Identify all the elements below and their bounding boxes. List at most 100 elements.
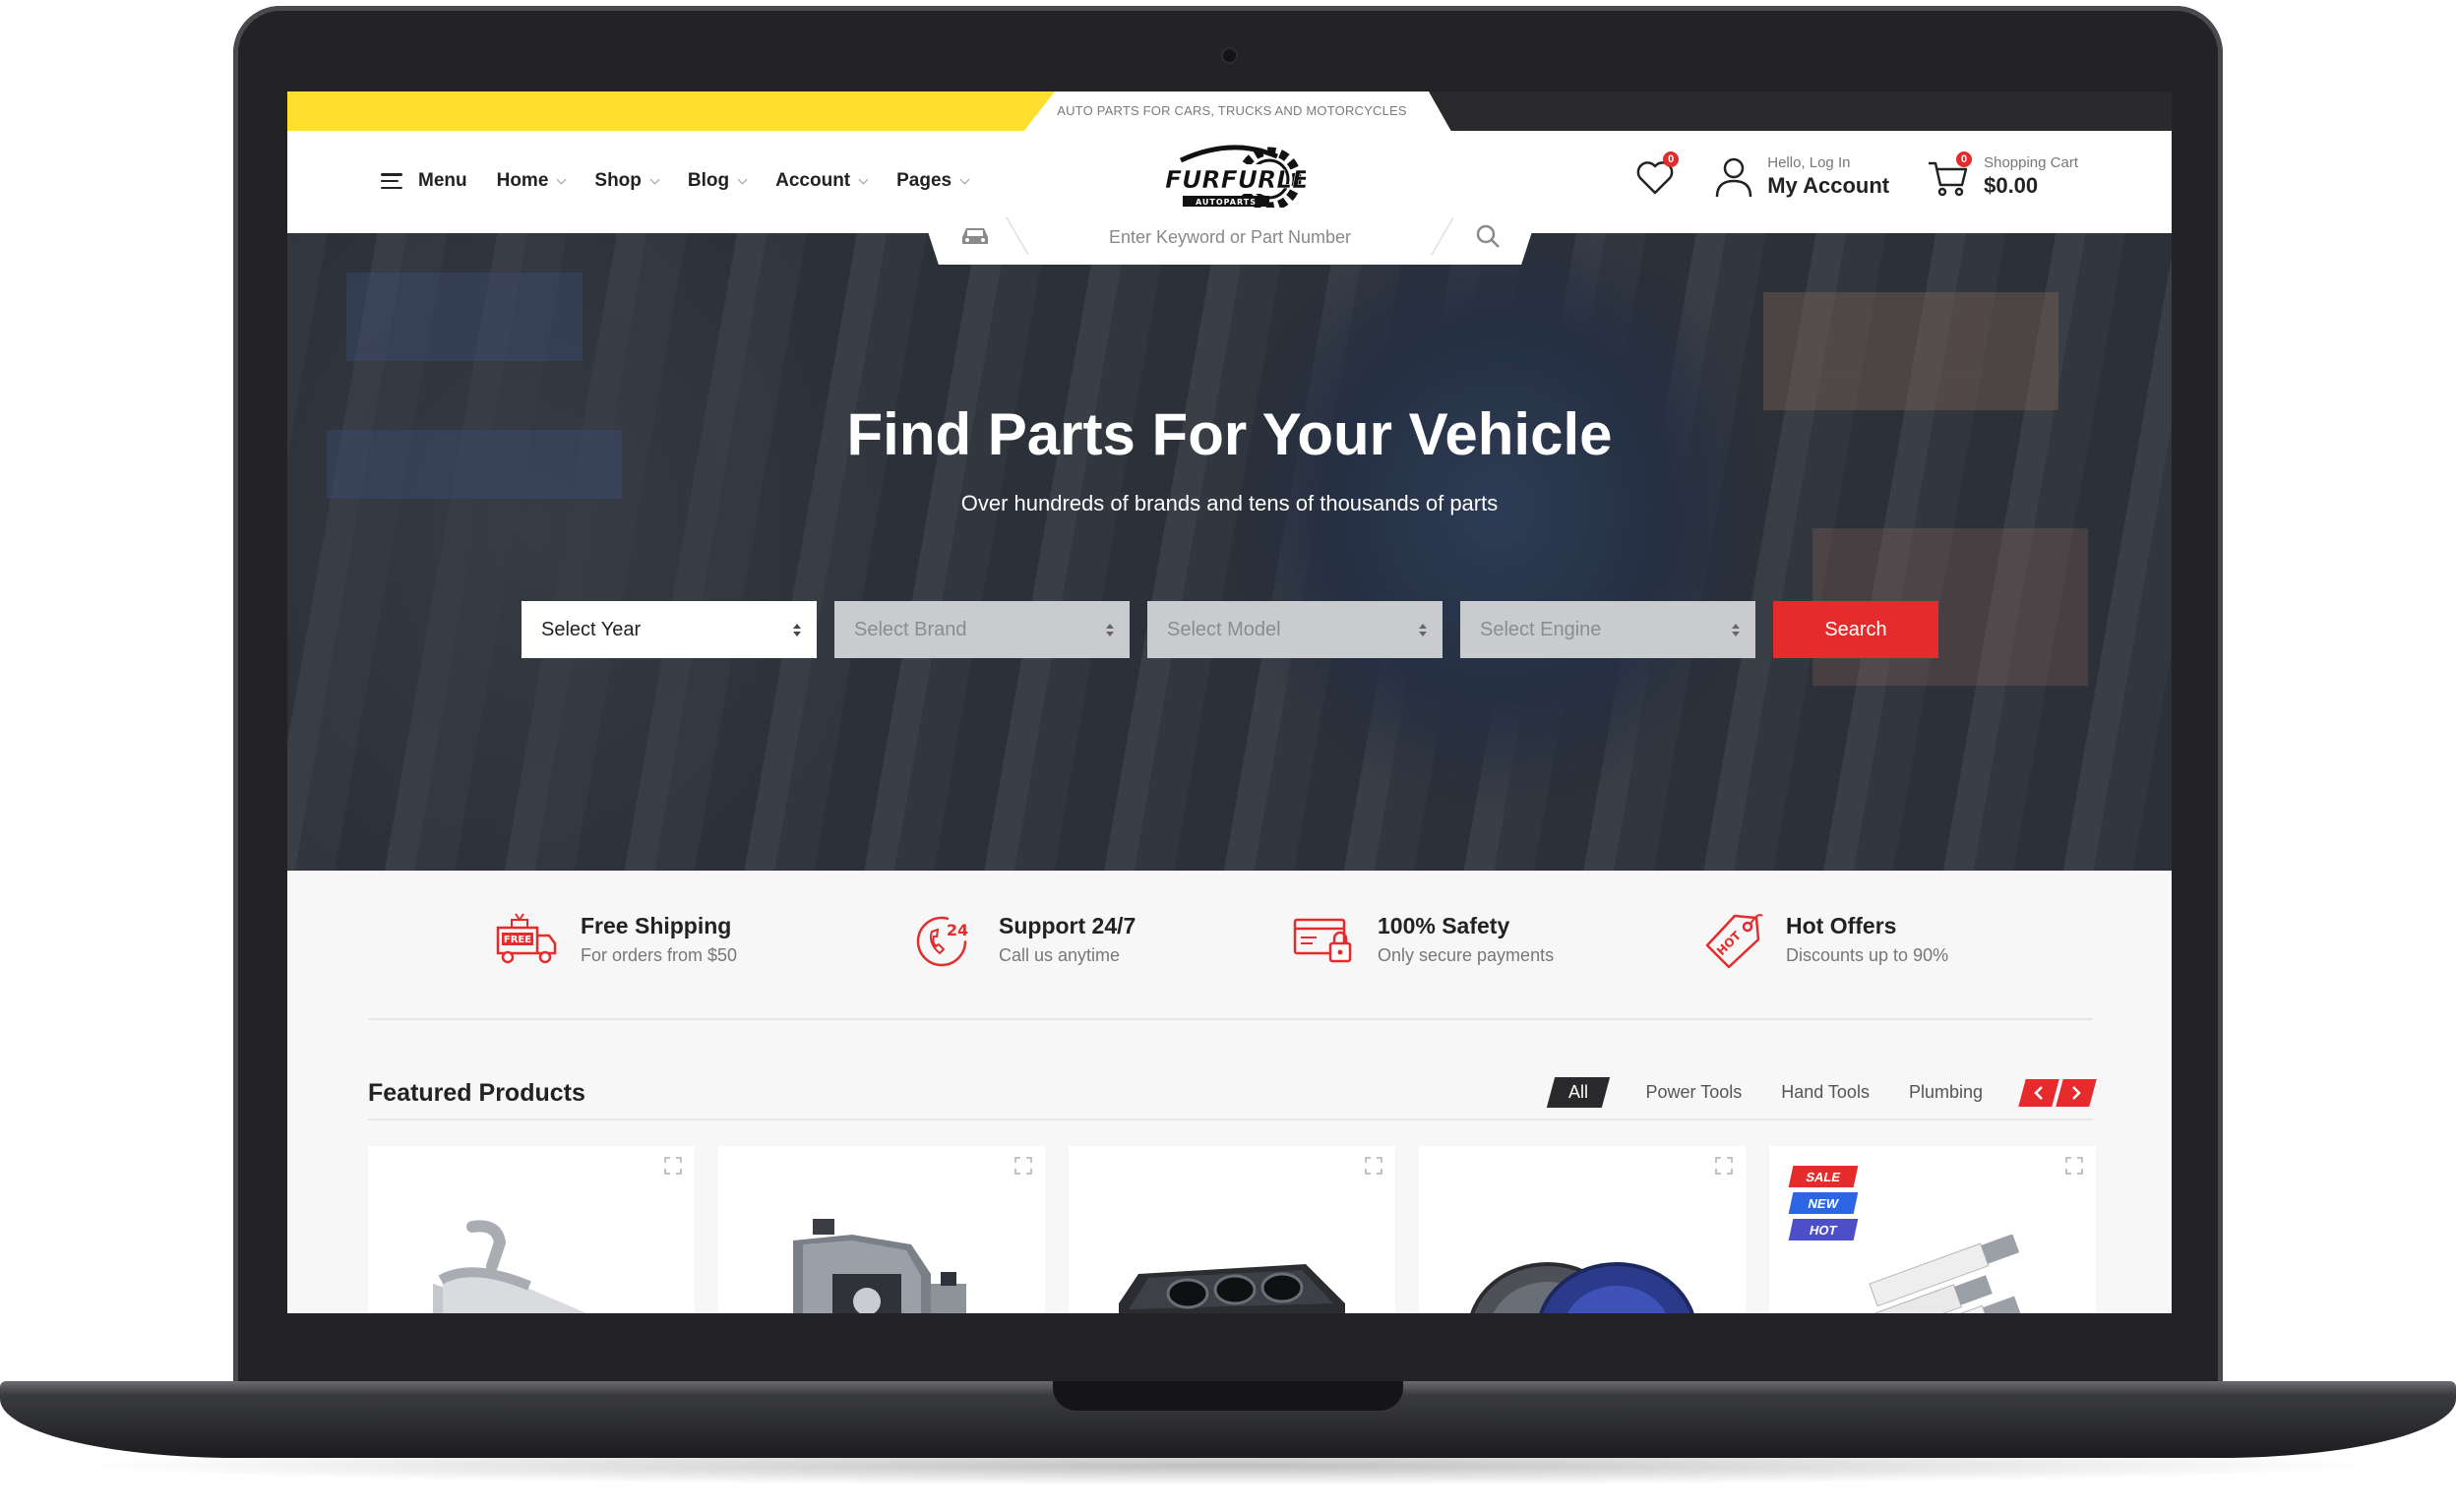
hamburger-icon xyxy=(381,173,402,189)
sort-arrows-icon xyxy=(1732,623,1740,636)
free-icon-text: FREE xyxy=(504,935,531,945)
nav-pages[interactable]: Pages xyxy=(896,170,970,192)
tab-all[interactable]: All xyxy=(1547,1077,1611,1108)
feature-desc: Call us anytime xyxy=(999,945,1121,965)
expand-icon[interactable] xyxy=(1364,1156,1383,1176)
nav-shop-label: Shop xyxy=(594,170,642,191)
vehicle-selector: Select Year Select Brand Select Model Se… xyxy=(522,601,1938,658)
logo-subtext: AUTOPARTS xyxy=(1196,198,1257,207)
support-icon-text: 24 xyxy=(947,921,968,939)
next-button[interactable] xyxy=(2056,1078,2097,1107)
sort-arrows-icon xyxy=(1419,623,1427,636)
chevron-down-icon xyxy=(737,174,748,184)
section-underline xyxy=(368,1119,2093,1120)
product-filter-tabs: All Power Tools Hand Tools Plumbing xyxy=(1547,1077,2097,1108)
select-engine-label: Select Engine xyxy=(1480,618,1602,640)
nav-shop[interactable]: Shop xyxy=(594,170,660,192)
nav-menu[interactable]: Menu xyxy=(381,170,467,192)
select-brand-label: Select Brand xyxy=(854,618,967,640)
chevron-right-icon xyxy=(2072,1085,2081,1100)
feature-title: Support 24/7 xyxy=(999,913,1136,938)
muffler-image xyxy=(433,1220,587,1313)
expand-icon[interactable] xyxy=(663,1156,683,1176)
car-icon[interactable] xyxy=(959,225,991,247)
nav-pages-label: Pages xyxy=(896,170,952,191)
feature-title: Hot Offers xyxy=(1786,913,1897,938)
feature-title: Free Shipping xyxy=(581,913,732,938)
search-input[interactable]: Enter Keyword or Part Number xyxy=(1048,227,1412,248)
new-badge-label: NEW xyxy=(1807,1195,1840,1211)
wishlist-count-badge: 0 xyxy=(1663,151,1680,167)
feature-support: 24 Support 24/7 Call us anytime xyxy=(912,910,1136,969)
tab-hand-tools[interactable]: Hand Tools xyxy=(1781,1082,1870,1103)
search-bar: Enter Keyword or Part Number xyxy=(920,208,1540,265)
hero-title: Find Parts For Your Vehicle xyxy=(846,401,1613,467)
user-icon xyxy=(1715,157,1752,197)
main-nav: Menu Home Shop Blog Account Pages xyxy=(381,170,970,192)
section-divider xyxy=(368,1018,2093,1020)
nav-blog[interactable]: Blog xyxy=(687,170,748,192)
cart-link[interactable]: 0 Shopping Cart $0.00 xyxy=(1927,151,2078,199)
product-card[interactable]: SALE NEW HOT xyxy=(1769,1146,2096,1313)
product-card[interactable] xyxy=(368,1146,695,1313)
select-model-label: Select Model xyxy=(1167,618,1281,640)
content-area: FREE Free Shipping For orders from $50 2… xyxy=(287,871,2172,1313)
new-badge: NEW xyxy=(1788,1192,1859,1214)
select-model[interactable]: Select Model xyxy=(1147,601,1443,658)
browser-screen: AUTO PARTS FOR CARS, TRUCKS AND MOTORCYC… xyxy=(287,91,2172,1313)
motor-oil-image xyxy=(793,1219,966,1313)
site-logo[interactable]: FURFURLE AUTOPARTS xyxy=(1153,139,1306,219)
cart-label: Shopping Cart xyxy=(1984,154,2078,171)
feature-desc: Discounts up to 90% xyxy=(1786,945,1949,965)
chevron-left-icon xyxy=(2034,1085,2043,1100)
nav-account-label: Account xyxy=(775,170,851,191)
tab-power-tools[interactable]: Power Tools xyxy=(1646,1082,1743,1103)
hero-subtitle: Over hundreds of brands and tens of thou… xyxy=(960,491,1499,515)
select-year[interactable]: Select Year xyxy=(522,601,817,658)
product-card[interactable] xyxy=(718,1146,1045,1313)
top-strip: AUTO PARTS FOR CARS, TRUCKS AND MOTORCYC… xyxy=(287,91,2172,131)
feature-safety: 100% Safety Only secure payments xyxy=(1291,910,1554,969)
sale-badge-label: SALE xyxy=(1805,1169,1842,1184)
account-link[interactable]: Hello, Log In My Account xyxy=(1714,154,1889,199)
chevron-down-icon xyxy=(649,174,660,184)
cart-count-badge: 0 xyxy=(1956,151,1973,167)
search-icon[interactable] xyxy=(1475,223,1501,249)
product-card[interactable] xyxy=(1069,1146,1395,1313)
account-greeting: Hello, Log In xyxy=(1767,154,1851,171)
chevron-down-icon xyxy=(556,174,567,184)
feature-hot-offers: HOT Hot Offers Discounts up to 90% xyxy=(1699,910,1948,969)
nav-home-label: Home xyxy=(496,170,549,191)
expand-icon[interactable] xyxy=(1714,1156,1734,1176)
feature-desc: Only secure payments xyxy=(1378,945,1555,965)
prev-button[interactable] xyxy=(2018,1078,2059,1107)
hero-banner: Find Parts For Your Vehicle Over hundred… xyxy=(287,233,2172,871)
nav-account[interactable]: Account xyxy=(775,170,869,192)
featured-products-title: Featured Products xyxy=(368,1079,585,1107)
select-year-label: Select Year xyxy=(541,618,642,640)
chevron-down-icon xyxy=(959,174,970,184)
logo-text: FURFURLE xyxy=(1165,165,1306,194)
product-card[interactable] xyxy=(1419,1146,1746,1313)
sort-arrows-icon xyxy=(1106,623,1114,636)
product-grid: SALE NEW HOT xyxy=(368,1146,2096,1313)
select-brand[interactable]: Select Brand xyxy=(834,601,1130,658)
account-title: My Account xyxy=(1767,173,1890,198)
chevron-down-icon xyxy=(858,174,869,184)
nav-home[interactable]: Home xyxy=(496,170,567,192)
sort-arrows-icon xyxy=(793,623,801,636)
expand-icon[interactable] xyxy=(2064,1156,2084,1176)
features-row: FREE Free Shipping For orders from $50 2… xyxy=(287,871,2172,1018)
support-24-icon: 24 xyxy=(916,916,968,967)
tab-plumbing[interactable]: Plumbing xyxy=(1909,1082,1983,1103)
clutch-disc-image xyxy=(1470,1262,1694,1313)
nav-blog-label: Blog xyxy=(687,170,730,191)
laptop-notch xyxy=(1053,1381,1403,1411)
expand-icon[interactable] xyxy=(1013,1156,1033,1176)
search-button[interactable]: Search xyxy=(1773,601,1938,658)
header-actions: 0 Hello, Log In My Account 0 Shopping Ca… xyxy=(1633,151,2078,199)
cart-total: $0.00 xyxy=(1984,173,2039,198)
spark-plugs-image xyxy=(1841,1235,2021,1313)
wishlist-button[interactable]: 0 xyxy=(1633,151,1680,199)
select-engine[interactable]: Select Engine xyxy=(1460,601,1755,658)
